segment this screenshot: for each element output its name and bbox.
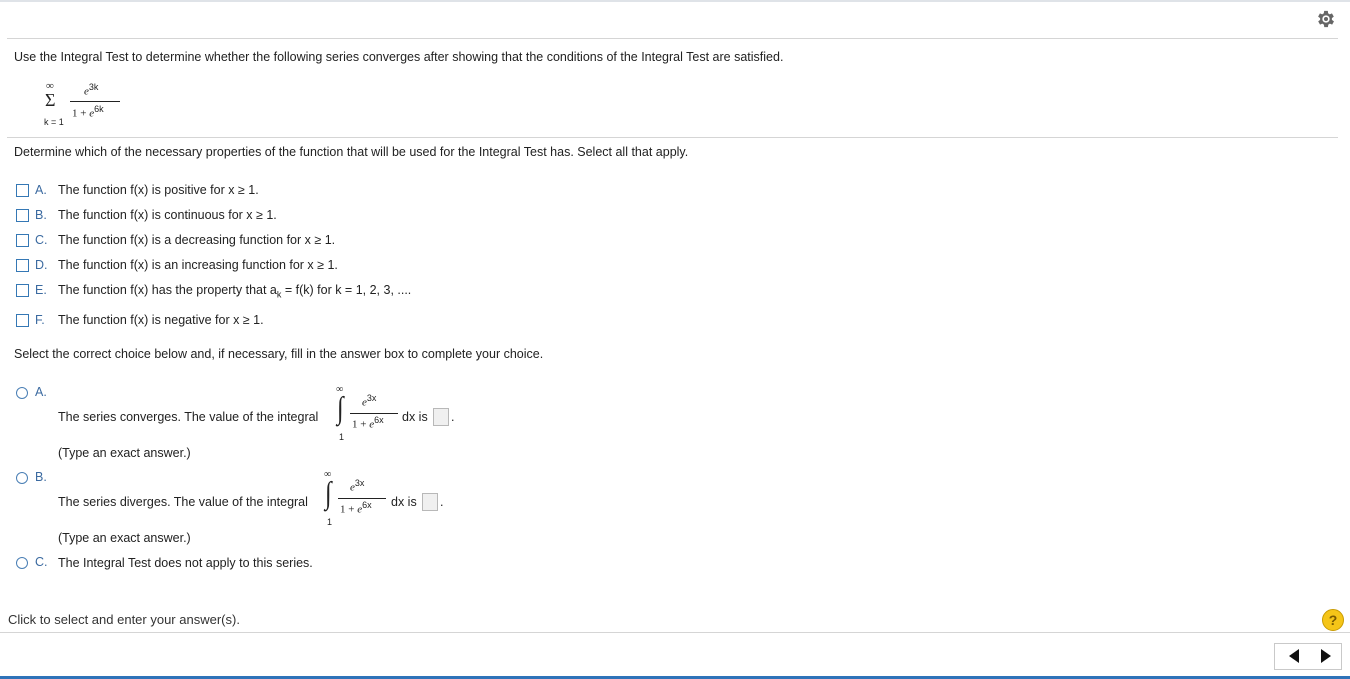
checkbox-option-f[interactable] [16, 314, 29, 327]
checkbox-option-b[interactable] [16, 209, 29, 222]
radio-choice-a[interactable] [16, 387, 28, 399]
dx-is-label: dx is [402, 410, 428, 424]
integral-sign: ∫ [325, 476, 332, 511]
option-f-text[interactable]: The function f(x) is negative for x ≥ 1. [58, 313, 264, 327]
section-divider [7, 137, 1338, 138]
series-expression: ∞ Σ k = 1 e3k 1 + e6k [40, 80, 140, 130]
sigma-symbol: Σ [45, 90, 56, 110]
gear-icon[interactable] [1315, 8, 1337, 30]
option-a-text[interactable]: The function f(x) is positive for x ≥ 1. [58, 183, 259, 197]
choice-b-text[interactable]: The series diverges. The value of the in… [58, 495, 308, 509]
question-text: Use the Integral Test to determine wheth… [14, 50, 784, 64]
series-numerator: e3k [84, 82, 99, 98]
help-icon[interactable]: ? [1322, 609, 1344, 631]
radio-choice-b[interactable] [16, 472, 28, 484]
previous-arrow-icon[interactable] [1289, 649, 1299, 663]
option-e-text[interactable]: The function f(x) has the property that … [58, 283, 411, 300]
choice-letter: B. [35, 470, 47, 484]
series-fraction-bar [70, 101, 120, 102]
answer-box-b[interactable] [422, 493, 438, 511]
series-denominator: 1 + e6k [72, 104, 104, 120]
question-panel: Use the Integral Test to determine wheth… [0, 0, 1350, 679]
choice-letter: C. [35, 555, 48, 569]
integral-numerator: e3x [362, 393, 377, 409]
option-c-text[interactable]: The function f(x) is a decreasing functi… [58, 233, 335, 247]
status-text: Click to select and enter your answer(s)… [8, 612, 240, 627]
integral-fraction-bar [338, 498, 386, 499]
integral-numerator: e3x [350, 478, 365, 494]
integral-denominator: 1 + e6x [352, 415, 384, 431]
integral-denominator: 1 + e6x [340, 500, 372, 516]
checkbox-option-c[interactable] [16, 234, 29, 247]
part1-prompt: Determine which of the necessary propert… [14, 145, 689, 159]
dx-is-label: dx is [391, 495, 417, 509]
part2-prompt: Select the correct choice below and, if … [14, 347, 544, 361]
checkbox-option-d[interactable] [16, 259, 29, 272]
option-b-text[interactable]: The function f(x) is continuous for x ≥ … [58, 208, 277, 222]
choice-a-hint: (Type an exact answer.) [58, 446, 191, 460]
option-letter: D. [35, 258, 48, 272]
period: . [440, 495, 444, 509]
choice-c-text[interactable]: The Integral Test does not apply to this… [58, 556, 313, 570]
footer-divider [0, 632, 1350, 633]
option-letter: C. [35, 233, 48, 247]
radio-choice-c[interactable] [16, 557, 28, 569]
option-letter: F. [35, 313, 45, 327]
checkbox-option-e[interactable] [16, 284, 29, 297]
navigation-controls [1274, 643, 1342, 670]
top-border [0, 0, 1350, 2]
integral-sign: ∫ [337, 391, 344, 426]
checkbox-option-a[interactable] [16, 184, 29, 197]
next-arrow-icon[interactable] [1321, 649, 1331, 663]
choice-letter: A. [35, 385, 47, 399]
option-letter: E. [35, 283, 47, 297]
integral-lower-limit: 1 [339, 432, 345, 442]
integral-fraction-bar [350, 413, 398, 414]
integral-lower-limit: 1 [327, 517, 333, 527]
period: . [451, 410, 455, 424]
top-divider [7, 38, 1338, 39]
series-lower-limit: k = 1 [44, 117, 64, 127]
choice-b-hint: (Type an exact answer.) [58, 531, 191, 545]
option-d-text[interactable]: The function f(x) is an increasing funct… [58, 258, 338, 272]
answer-box-a[interactable] [433, 408, 449, 426]
choice-a-text[interactable]: The series converges. The value of the i… [58, 410, 318, 424]
option-letter: A. [35, 183, 47, 197]
option-letter: B. [35, 208, 47, 222]
